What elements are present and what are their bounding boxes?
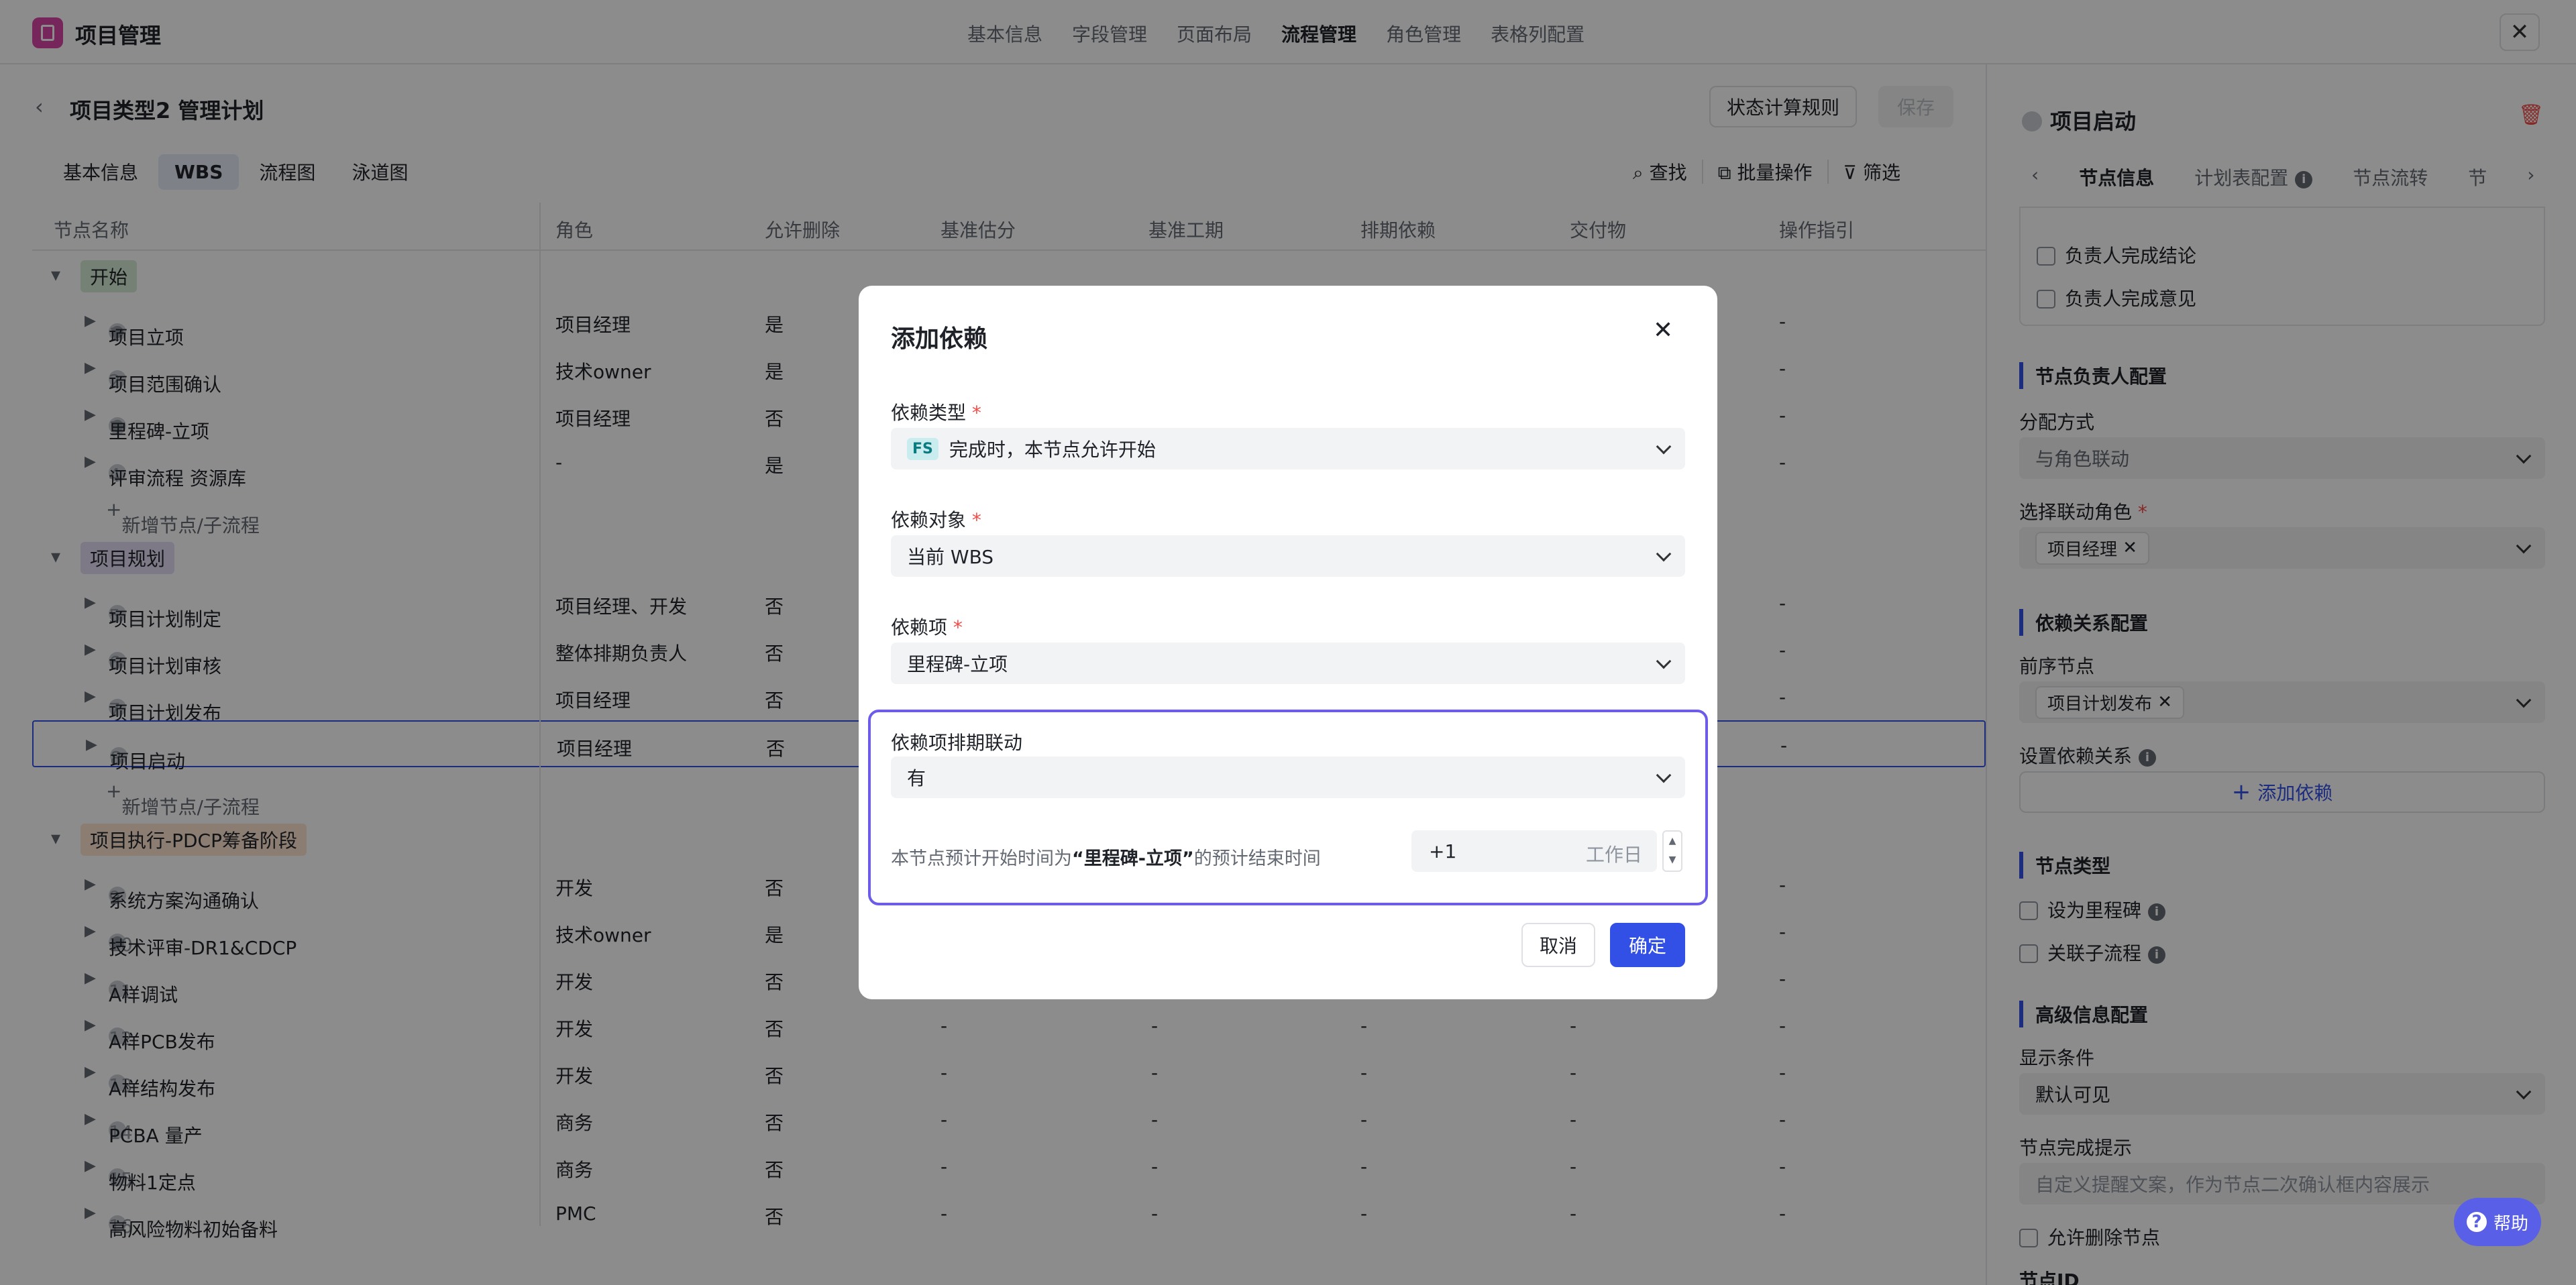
- dep-type-badge: FS: [907, 437, 938, 460]
- cancel-button[interactable]: 取消: [1521, 923, 1595, 967]
- dep-item-label-text: 依赖项: [891, 616, 948, 638]
- chevron-down-icon: [1656, 767, 1672, 783]
- offset-value: +1: [1429, 840, 1457, 862]
- link-desc-post: 的预计结束时间: [1193, 848, 1321, 869]
- schedule-link-block: 依赖项排期联动 有 本节点预计开始时间为“里程碑-立项”的预计结束时间 +1 工…: [868, 710, 1708, 905]
- help-button[interactable]: ? 帮助: [2454, 1198, 2541, 1246]
- link-desc: 本节点预计开始时间为“里程碑-立项”的预计结束时间: [891, 844, 1321, 870]
- chevron-down-icon: [1656, 653, 1672, 669]
- link-desc-target: “里程碑-立项”: [1072, 848, 1194, 869]
- dialog-title: 添加依赖: [891, 325, 988, 353]
- link-value: 有: [907, 767, 926, 789]
- dep-type-value: 完成时，本节点允许开始: [949, 439, 1156, 461]
- dep-item-select[interactable]: 里程碑-立项: [891, 642, 1685, 684]
- dep-target-value: 当前 WBS: [907, 546, 994, 568]
- dep-type-label-text: 依赖类型: [891, 402, 967, 424]
- ok-button[interactable]: 确定: [1610, 923, 1685, 967]
- dep-type-label: 依赖类型 *: [891, 402, 981, 424]
- dep-target-label-text: 依赖对象: [891, 509, 967, 531]
- offset-stepper[interactable]: ▲ ▼: [1662, 830, 1682, 872]
- link-select[interactable]: 有: [891, 757, 1685, 798]
- ok-label: 确定: [1628, 935, 1666, 957]
- dialog-close-icon[interactable]: ✕: [1653, 317, 1673, 344]
- chevron-down-icon: [1656, 546, 1672, 562]
- offset-input[interactable]: +1 工作日: [1411, 830, 1657, 872]
- help-icon: ?: [2466, 1212, 2487, 1232]
- stepper-up-icon[interactable]: ▲: [1664, 832, 1681, 850]
- dep-target-select[interactable]: 当前 WBS: [891, 535, 1685, 577]
- chevron-down-icon: [1656, 439, 1672, 455]
- add-dependency-dialog: 添加依赖 ✕ 依赖类型 * FS 完成时，本节点允许开始 依赖对象 * 当前 WB…: [859, 286, 1717, 999]
- link-desc-pre: 本节点预计开始时间为: [891, 848, 1072, 869]
- dep-target-label: 依赖对象 *: [891, 509, 981, 531]
- dep-item-value: 里程碑-立项: [907, 653, 1008, 675]
- link-label: 依赖项排期联动: [891, 732, 1023, 754]
- help-label: 帮助: [2493, 1213, 2528, 1234]
- offset-unit: 工作日: [1586, 844, 1643, 866]
- stepper-down-icon[interactable]: ▼: [1664, 850, 1681, 869]
- dep-item-label: 依赖项 *: [891, 616, 963, 638]
- cancel-label: 取消: [1539, 935, 1577, 957]
- dep-type-select[interactable]: FS 完成时，本节点允许开始: [891, 428, 1685, 469]
